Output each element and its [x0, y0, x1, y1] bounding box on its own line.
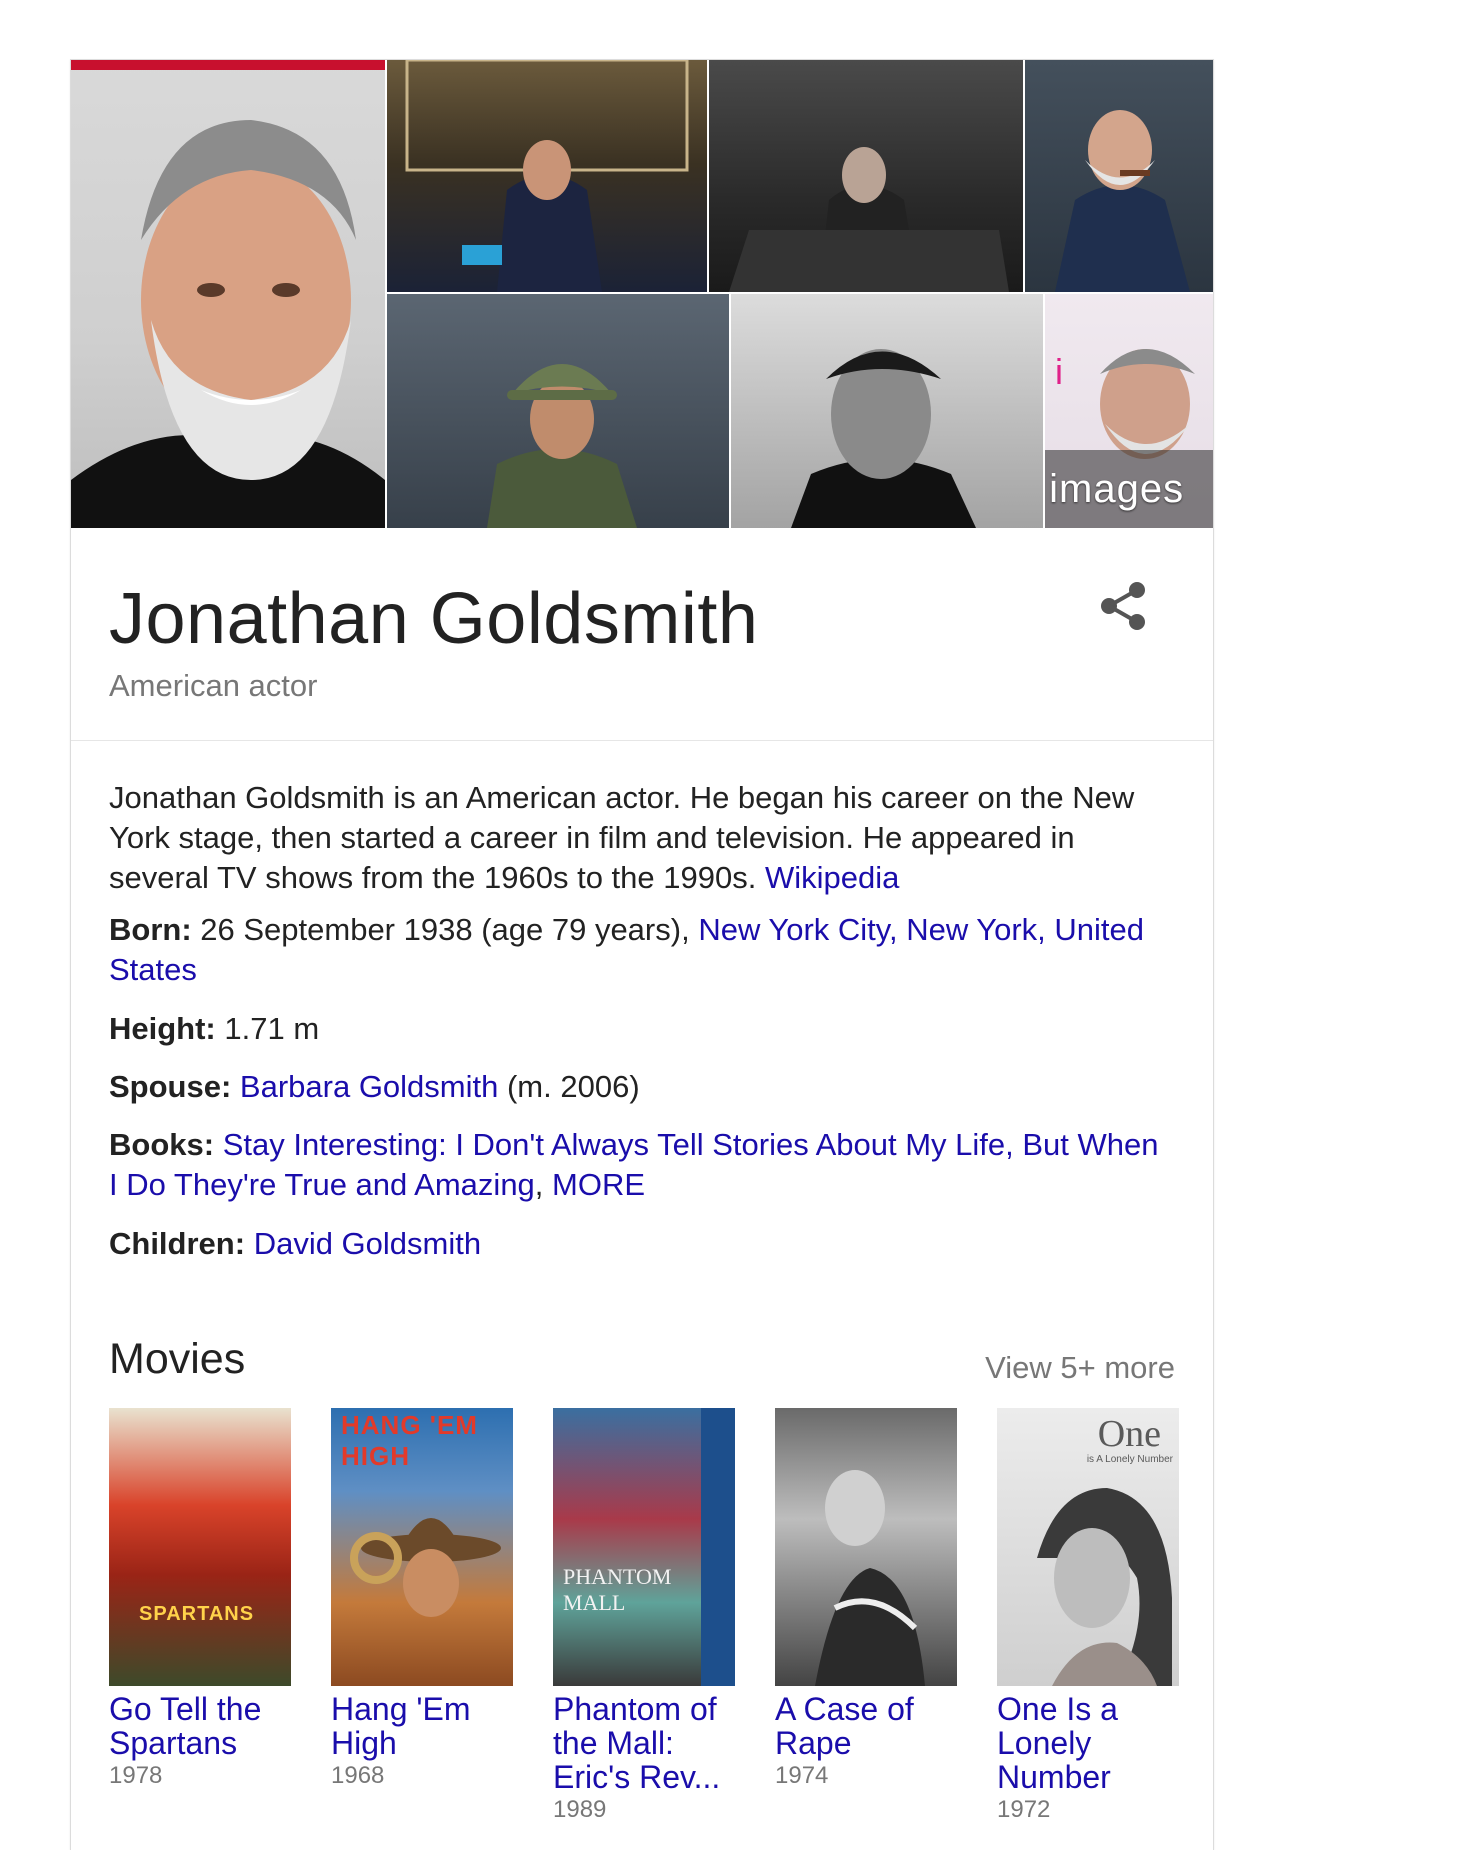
hat-man-illustration: [350, 1518, 501, 1617]
movie-card[interactable]: PHANTOM MALL Phantom of the Mall: Eric's…: [553, 1408, 735, 1824]
fact-spouse: Spouse: Barbara Goldsmith (m. 2006): [109, 1067, 1159, 1107]
more-images-button[interactable]: More images: [1045, 450, 1213, 528]
gallery-image-3[interactable]: [709, 60, 1023, 292]
fact-books: Books: Stay Interesting: I Don't Always …: [109, 1125, 1159, 1205]
movie-title[interactable]: A Case of Rape: [775, 1692, 957, 1760]
movie-card[interactable]: A Case of Rape 1974: [775, 1408, 957, 1790]
movie-year: 1989: [553, 1796, 607, 1823]
fact-children-label: Children:: [109, 1226, 246, 1261]
vhs-spine: [701, 1408, 735, 1686]
description-text: Jonathan Goldsmith is an American actor.…: [109, 780, 1135, 895]
vintage-portrait-illustration: [791, 349, 976, 528]
case-of-rape-illustration: [815, 1470, 925, 1686]
fact-born: Born: 26 September 1938 (age 79 years), …: [109, 910, 1159, 990]
movie-title[interactable]: Go Tell the Spartans: [109, 1692, 291, 1760]
gallery-image-6[interactable]: [731, 294, 1043, 528]
portrait-woman-illustration: [1037, 1488, 1172, 1686]
fact-books-more-link[interactable]: MORE: [552, 1167, 645, 1202]
fact-born-text: 26 September 1938 (age 79 years),: [191, 912, 699, 947]
movie-poster[interactable]: PHANTOM MALL: [553, 1408, 735, 1686]
share-icon[interactable]: [1093, 576, 1153, 636]
svg-text:i: i: [1055, 351, 1063, 392]
poster-title-text: SPARTANS: [139, 1603, 255, 1625]
fact-height-value: 1.71 m: [215, 1011, 320, 1046]
movie-year: 1972: [997, 1796, 1051, 1823]
description: Jonathan Goldsmith is an American actor.…: [109, 778, 1179, 898]
gallery-image-4[interactable]: [1025, 60, 1213, 292]
movie-year: 1968: [331, 1762, 385, 1789]
seated-man-illustration: [405, 60, 689, 292]
movie-card[interactable]: HANG 'EM HIGH Hang 'Em High 1968: [331, 1408, 513, 1790]
fact-children-link[interactable]: David Goldsmith: [254, 1226, 481, 1261]
fact-spouse-label: Spouse:: [109, 1069, 232, 1104]
fact-born-label: Born:: [109, 912, 192, 947]
fact-spouse-text: (m. 2006): [498, 1069, 640, 1104]
seated-dark-illustration: [729, 147, 1009, 292]
movie-poster[interactable]: SPARTANS: [109, 1408, 291, 1686]
fact-books-sep: ,: [534, 1167, 553, 1202]
soldier-illustration: [487, 364, 637, 528]
movie-title[interactable]: One Is a Lonely Number: [997, 1692, 1179, 1794]
fact-books-label: Books:: [109, 1127, 215, 1162]
movie-year: 1974: [775, 1762, 829, 1789]
fact-children: Children: David Goldsmith: [109, 1224, 1159, 1264]
movie-card[interactable]: SPARTANS Go Tell the Spartans 1978: [109, 1408, 291, 1790]
movie-title[interactable]: Hang 'Em High: [331, 1692, 513, 1760]
wikipedia-link[interactable]: Wikipedia: [765, 860, 899, 895]
movie-year: 1978: [109, 1762, 163, 1789]
movies-heading: Movies: [109, 1335, 246, 1383]
gallery-image-7[interactable]: i More images: [1045, 294, 1213, 528]
gallery-image-5[interactable]: [387, 294, 729, 528]
fact-height-label: Height:: [109, 1011, 216, 1046]
movie-poster[interactable]: One is A Lonely Number: [997, 1408, 1179, 1686]
view-more-movies-link[interactable]: View 5+ more: [985, 1350, 1175, 1386]
fact-height: Height: 1.71 m: [109, 1009, 1159, 1049]
movie-card[interactable]: One is A Lonely Number One Is a Lonely N…: [997, 1408, 1179, 1824]
gallery-image-2[interactable]: [387, 60, 707, 292]
cigar-man-illustration: [1055, 110, 1190, 292]
entity-name: Jonathan Goldsmith: [109, 579, 759, 659]
gallery-image-main[interactable]: [71, 60, 385, 528]
movie-title[interactable]: Phantom of the Mall: Eric's Rev...: [553, 1692, 735, 1794]
movie-poster[interactable]: HANG 'EM HIGH: [331, 1408, 513, 1686]
movie-poster[interactable]: [775, 1408, 957, 1686]
image-gallery: i More images: [71, 60, 1213, 528]
fact-spouse-link[interactable]: Barbara Goldsmith: [240, 1069, 498, 1104]
entity-subtitle: American actor: [109, 668, 318, 703]
knowledge-panel: i More images Jonathan Goldsmith America…: [70, 59, 1214, 1850]
title-section: Jonathan Goldsmith American actor: [71, 528, 1213, 741]
portrait-illustration: [71, 60, 385, 528]
